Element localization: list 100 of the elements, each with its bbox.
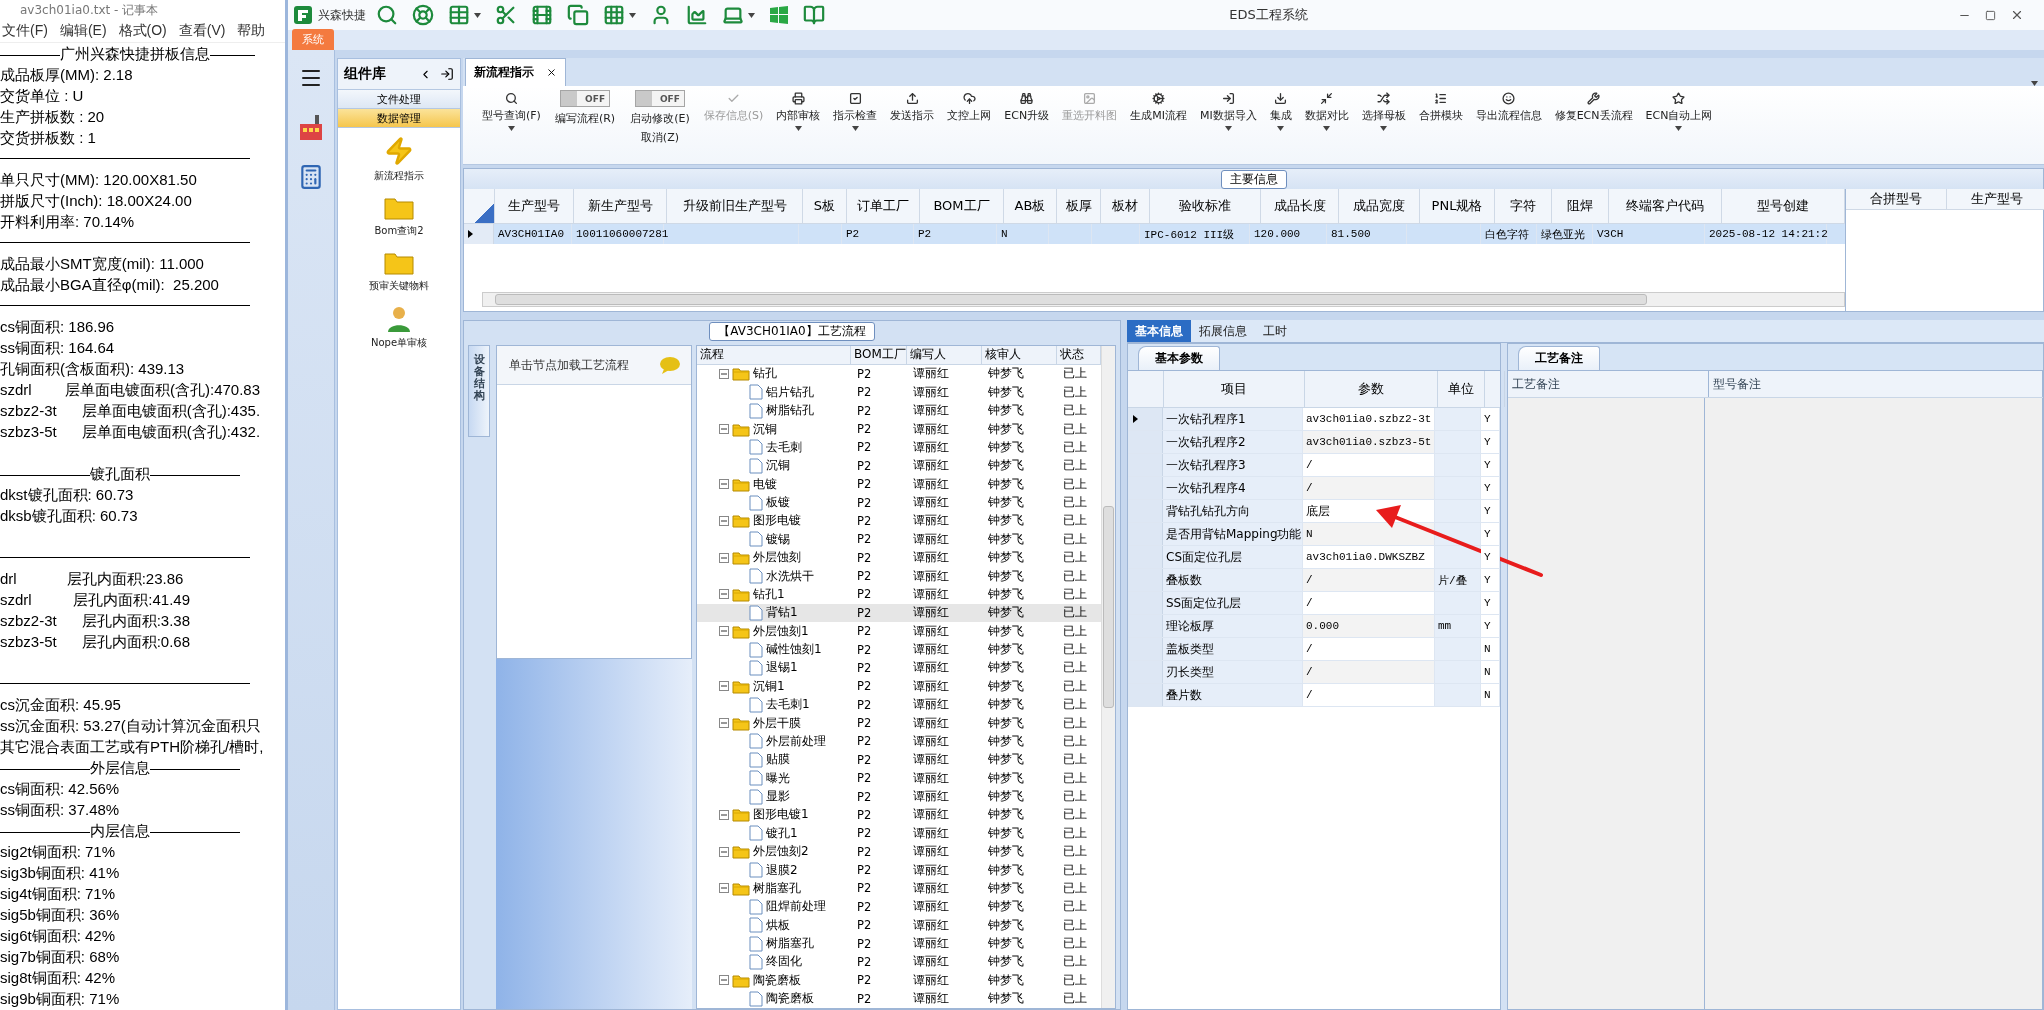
tab[interactable]: 拓展信息 [1191, 320, 1255, 342]
toolbar-button[interactable]: 指示检查 [828, 90, 883, 133]
table-row[interactable]: AV3CH01IA0 10011060007281 P2 P2 N IPC-6012 III级 120.000 81.500 白色字符 绿色亚光 V3CH 2025-08-12 14:21:2 [464, 224, 1845, 244]
document-icon [749, 568, 763, 585]
table-cell-text: 已上 [1062, 568, 1088, 584]
tab[interactable]: 基本信息 [1127, 320, 1191, 342]
column-header[interactable]: 成品宽度 [1339, 189, 1420, 223]
table-cell-text: 钟梦飞 [987, 972, 1025, 988]
component-item[interactable]: 预审关键物料 [367, 248, 431, 295]
table-cell-text: 已上 [1062, 440, 1088, 455]
component-item[interactable]: Bom查询2 [372, 193, 426, 240]
component-item[interactable]: Nope单审核 [368, 303, 430, 352]
column-header[interactable]: 字符 [1495, 189, 1552, 223]
column-header[interactable]: BOM工厂 [920, 189, 1004, 223]
column-header[interactable]: S板 [803, 189, 847, 223]
pin-icon[interactable] [440, 67, 454, 81]
tree-node-label: 去毛刺1 [766, 696, 810, 714]
toolbar-button[interactable]: 生成MI流程 [1125, 90, 1192, 125]
menu-item[interactable]: 查看(V) [178, 22, 226, 40]
toolbar-button[interactable]: 文控上网 [942, 90, 997, 125]
laptop-icon[interactable] [722, 4, 744, 26]
vertical-scrollbar[interactable] [1101, 346, 1115, 1008]
toolbar-button[interactable]: 内部审核 [771, 90, 826, 133]
table-cell-text: 钟梦飞 [987, 568, 1025, 584]
column-header[interactable]: 升级前旧生产型号 [667, 189, 803, 223]
group-item[interactable]: 数据管理 [338, 109, 460, 128]
text-line: sig4t铜面积: 71% [0, 885, 116, 902]
sub-tab[interactable]: 基本参数 [1138, 346, 1220, 370]
toolbar-button[interactable]: 发送指示 [885, 90, 940, 125]
copy-icon[interactable] [567, 4, 589, 26]
column-header[interactable]: 新生产型号 [574, 189, 667, 223]
book-icon[interactable] [803, 4, 825, 26]
column-header[interactable]: 编写人 [907, 346, 982, 364]
toggle-switch[interactable]: OFF [634, 90, 685, 107]
side-tab[interactable]: 设备结构 [468, 345, 490, 437]
close-icon[interactable] [2010, 8, 2024, 22]
column-header[interactable]: 项目 [1164, 371, 1305, 407]
column-header[interactable]: 参数 [1305, 371, 1438, 407]
column-header[interactable]: 型号创建 [1722, 189, 1845, 223]
area-chart-icon[interactable] [686, 4, 708, 26]
table-cell-text: 谭丽红 [912, 881, 950, 896]
menu-item[interactable]: 格式(O) [118, 22, 167, 40]
search-icon[interactable] [376, 4, 398, 26]
tab[interactable]: 工时 [1255, 320, 1295, 342]
column-header[interactable]: 验收标准 [1150, 189, 1261, 223]
toggle-switch[interactable]: OFF [560, 90, 611, 107]
user-icon[interactable] [650, 4, 672, 26]
table-cell: N [1481, 661, 1500, 683]
column-header[interactable]: 合拼型号 [1846, 189, 1947, 209]
scissors-icon[interactable] [495, 4, 517, 26]
column-header[interactable]: 生产型号 [1947, 189, 2044, 209]
toolbar-button[interactable]: 集成 [1264, 90, 1297, 133]
group-item[interactable]: 文件处理 [338, 90, 460, 109]
table-cell: Y [1481, 615, 1500, 637]
toolbar-button[interactable]: 选择母板 [1356, 90, 1411, 133]
column-header[interactable]: 订单工厂 [847, 189, 920, 223]
dropdown-caret-icon [474, 12, 481, 18]
column-header[interactable]: 核审人 [982, 346, 1057, 364]
grid-icon[interactable] [603, 4, 625, 26]
table-cell: Y [1481, 477, 1500, 499]
toolbar-button[interactable]: 型号查询(F) [477, 90, 546, 133]
menu-item[interactable]: 帮助 [237, 22, 266, 40]
film-icon[interactable] [531, 4, 553, 26]
text-line: sig9b铜面积: 71% [0, 990, 120, 1007]
document-icon [749, 604, 763, 621]
toolbar-button[interactable]: MI数据导入 [1194, 90, 1262, 133]
close-icon[interactable] [546, 67, 557, 78]
table-cell: 底层 [1303, 500, 1435, 522]
table-cell-text: 钟梦飞 [987, 862, 1025, 878]
table-cell-text: 钟梦飞 [987, 421, 1025, 437]
column-header[interactable]: 板厚 [1057, 189, 1101, 223]
column-header[interactable]: BOM工厂 [851, 346, 907, 364]
column-header[interactable]: 型号备注 [1709, 371, 2043, 397]
table-icon[interactable] [448, 4, 470, 26]
column-header[interactable]: PNL规格 [1420, 189, 1495, 223]
column-header[interactable]: 生产型号 [495, 189, 574, 223]
restore-icon[interactable] [1985, 9, 1996, 21]
horizontal-scrollbar[interactable] [482, 292, 1845, 307]
toolbar-button[interactable]: ECN自动上网 [1640, 90, 1718, 133]
menu-item[interactable]: 编辑(E) [59, 22, 107, 40]
toolbar-button[interactable]: 导出流程信息 [1470, 90, 1547, 125]
windows-icon[interactable] [769, 5, 789, 25]
column-header[interactable]: 终端客户代码 [1609, 189, 1722, 223]
tree-node-label: 退锡1 [766, 659, 798, 677]
column-header[interactable]: 板材 [1101, 189, 1150, 223]
column-header[interactable]: 工艺备注 [1508, 371, 1709, 397]
toolbar-button[interactable]: 数据对比 [1299, 90, 1354, 133]
column-header[interactable]: 成品长度 [1261, 189, 1339, 223]
column-header[interactable]: 阻焊 [1552, 189, 1609, 223]
lifebuoy-icon[interactable] [412, 4, 434, 26]
toolbar-button[interactable]: 合拼模块 [1413, 90, 1468, 125]
component-item[interactable]: 新流程指示 [372, 134, 426, 185]
toolbar-button[interactable]: 修复ECN丢流程 [1549, 90, 1638, 125]
document-tab[interactable]: 新流程指示 [465, 58, 566, 86]
column-header[interactable]: 单位 [1438, 371, 1485, 407]
sub-tab[interactable]: 工艺备注 [1518, 346, 1600, 370]
menu-item[interactable]: 文件(F) [2, 22, 48, 40]
column-header[interactable]: AB板 [1004, 189, 1057, 223]
toolbar-button[interactable]: ECN升级 [999, 90, 1055, 125]
column-header[interactable]: 流程 [697, 346, 851, 364]
